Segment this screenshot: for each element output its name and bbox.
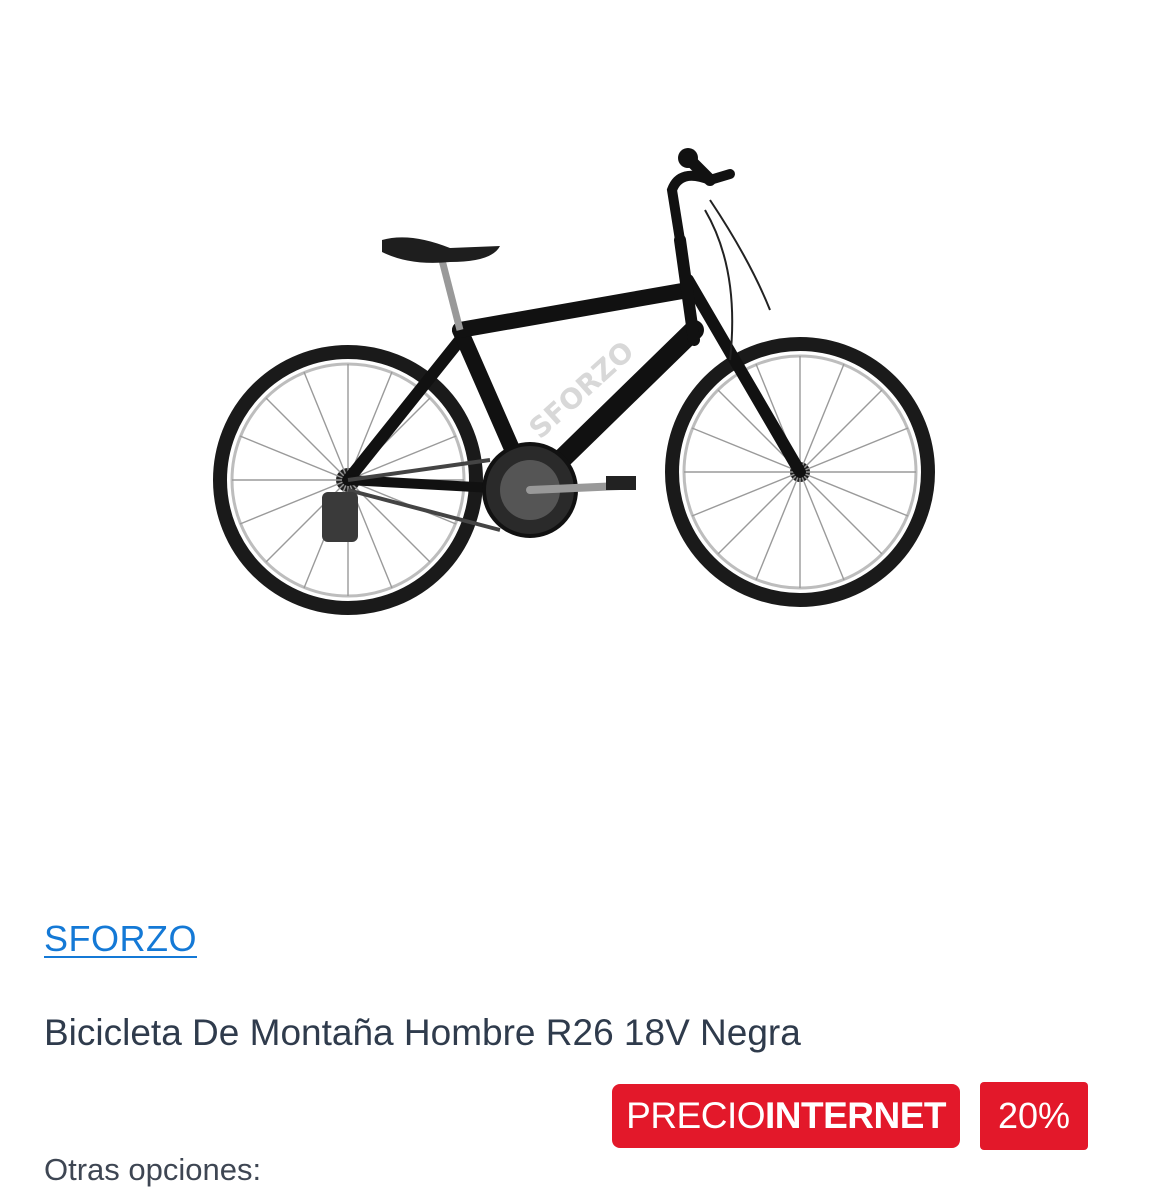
product-title: Bicicleta De Montaña Hombre R26 18V Negr…: [44, 1012, 801, 1053]
precio-internet-badge: PRECIO INTERNET: [612, 1084, 960, 1148]
brand-link[interactable]: SFORZO: [44, 918, 197, 960]
product-page: SFORZO SFORZO Bicicleta De Montaña Hombr…: [0, 0, 1160, 1200]
product-image[interactable]: SFORZO: [0, 0, 1160, 880]
other-options-label: Otras opciones:: [44, 1152, 262, 1187]
saddle: [382, 237, 500, 263]
handlebar: [666, 169, 735, 245]
discount-badge: 20%: [980, 1082, 1088, 1150]
badges-row: PRECIO INTERNET 20%: [612, 1082, 1088, 1150]
precio-badge-strong: INTERNET: [765, 1095, 947, 1136]
seat-post: [438, 259, 464, 331]
bicycle-image: SFORZO: [213, 148, 935, 615]
precio-badge-prefix: PRECIO: [626, 1095, 765, 1136]
